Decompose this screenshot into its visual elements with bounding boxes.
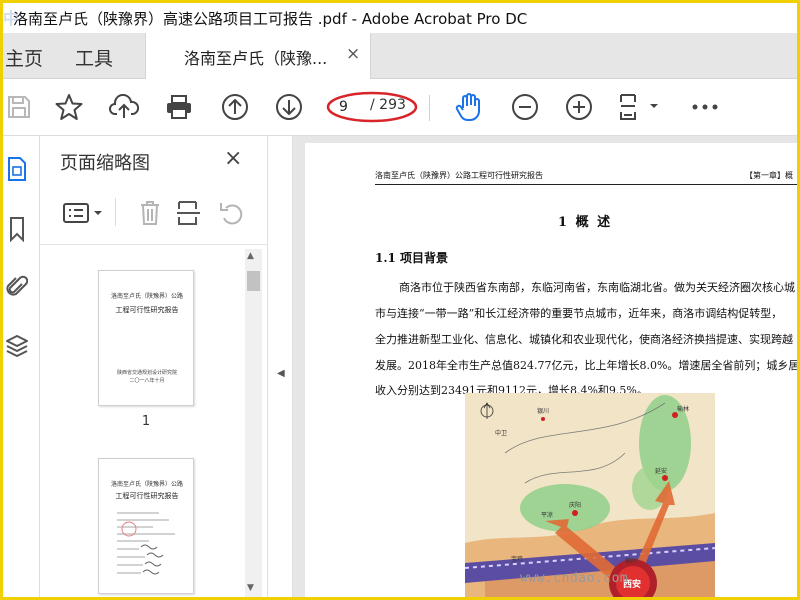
save-icon[interactable] [3,91,35,123]
page-down-icon[interactable] [273,91,305,123]
panel-collapse-strip[interactable]: ◀ [269,136,293,597]
thumbnail-1-page-number: 1 [141,414,151,429]
page-header-left: 洛南至卢氏（陕豫界）公路工程可行性研究报告 [375,171,543,180]
window-title: 洛南至卢氏（陕豫界）高速公路项目工可报告 .pdf - Adobe Acroba… [13,10,528,28]
scrollbar-thumb[interactable] [247,271,260,291]
chapter-heading: 1 概 述 [558,215,613,230]
pdf-page: 洛南至卢氏（陕豫界）公路工程可行性研究报告 【第一章】概 1 概 述 1.1 项… [305,143,797,597]
document-view[interactable]: 洛南至卢氏（陕豫界）公路工程可行性研究报告 【第一章】概 1 概 述 1.1 项… [293,136,797,597]
thumbnail-2-body-text [117,512,175,575]
thumbnail-1-line2: 工程可行性研究报告 [115,306,179,314]
acrobat-window: 中 洛南至卢氏（陕豫界）高速公路项目工可报告 .pdf - Adobe Acro… [3,3,797,597]
thumbnail-1-footer2: 二〇一八年十月 [129,378,165,384]
print-icon[interactable] [163,91,195,123]
paragraph-line-4: 发展。2018年全市生产总值824.77亿元，比上年增长8.0%。增速居全省前列… [375,359,797,372]
bookmark-icon[interactable] [4,216,30,242]
close-panel-button[interactable]: × [224,146,242,171]
svg-text:中卫: 中卫 [495,429,507,437]
thumbnail-1-footer1: 陕西省交通规划设计研究院 [116,370,177,376]
zoom-out-icon[interactable] [509,91,541,123]
thumbnail-scrollbar[interactable]: ▲ ▼ [245,249,262,597]
page-up-icon[interactable] [219,91,251,123]
paragraph-line-1: 商洛市位于陕西省东南部，东临河南省，东南临湖北省。做为关天经济圈次核心城 [399,281,795,294]
tab-document-label: 洛南至卢氏（陕豫... [184,49,328,68]
upload-icon[interactable] [108,91,140,123]
close-tab-button[interactable]: × [346,44,360,64]
page-thumbnail-1[interactable]: 洛南至卢氏（陕豫界）公路 工程可行性研究报告 陕西省交通规划设计研究院 二〇一八… [98,270,194,406]
more-icon[interactable] [689,91,721,123]
toolbar-divider [429,95,430,121]
tab-home[interactable]: 主页 [5,44,43,71]
page-number-box: / 293 [326,91,418,123]
svg-text:宝鸡: 宝鸡 [511,555,523,563]
panel-toolbar-divider [115,198,116,226]
page-header-right: 【第一章】概 [745,171,793,180]
page-total-label: / 293 [370,97,406,113]
svg-text:榆林: 榆林 [677,405,689,413]
regional-map-figure: 银川 中卫 榆林 延安 庆阳 平凉 铜川 宝鸡 西安 [465,393,715,597]
thumbnail-1-line1: 洛南至卢氏（陕豫界）公路 [110,293,183,300]
toolbar: / 293 [3,79,797,136]
thumbnail-2-line2: 工程可行性研究报告 [115,492,179,500]
svg-text:银川: 银川 [537,407,549,415]
zoom-in-icon[interactable] [563,91,595,123]
panel-title: 页面缩略图 [60,153,150,174]
svg-text:铜川: 铜川 [625,557,637,565]
paragraph-line-2: 市与连接“一带一路”和长江经济带的重要节点城市，近年来，商洛市调结构促转型， [375,307,783,320]
scroll-down-icon[interactable]: ▼ [247,583,254,593]
tab-bar: 主页 工具 洛南至卢氏（陕豫... × [3,33,797,79]
thumbnail-2-line1: 洛南至卢氏（陕豫界）公路 [110,481,183,488]
section-heading: 1.1 项目背景 [375,251,449,265]
map-graphic: 银川中卫榆林 延安庆阳平凉 铜川宝鸡 西安 [465,393,715,597]
left-navigation-rail [3,136,40,597]
page-number-input[interactable] [339,97,361,117]
panel-divider [40,244,268,245]
paragraph-line-3: 全力推进新型工业化、信息化、城镇化和农业现代化，使商洛经济换挡提速、实现跨越 [375,333,793,346]
svg-text:庆阳: 庆阳 [569,501,581,509]
attachment-icon[interactable] [4,274,30,300]
tab-tools[interactable]: 工具 [75,44,113,71]
page-thumbnail-2[interactable]: 洛南至卢氏（陕豫界）公路 工程可行性研究报告 [98,458,194,594]
page-thumbnails-icon[interactable] [4,156,30,182]
site-watermark: www.cndao.com [520,571,629,586]
extract-page-icon[interactable] [174,198,204,228]
svg-text:平凉: 平凉 [541,511,553,519]
svg-text:延安: 延安 [655,467,667,475]
collapse-arrow-icon[interactable]: ◀ [277,368,285,379]
scroll-up-icon[interactable]: ▲ [247,251,254,261]
thumbnails-panel: 页面缩略图 × 洛南至卢氏（陕豫界）公路 工程可行性研究报告 陕西省交通规划设计… [40,136,268,597]
layers-icon[interactable] [4,333,30,359]
star-icon[interactable] [53,91,85,123]
thumbnail-options-icon[interactable] [62,198,106,228]
fit-page-icon[interactable] [617,91,661,123]
thumbnail-list: 洛南至卢氏（陕豫界）公路 工程可行性研究报告 陕西省交通规划设计研究院 二〇一八… [40,246,240,597]
title-bar: 中 洛南至卢氏（陕豫界）高速公路项目工可报告 .pdf - Adobe Acro… [3,3,797,33]
hand-icon[interactable] [453,91,485,123]
tab-document[interactable]: 洛南至卢氏（陕豫... × [145,33,371,79]
panel-toolbar [40,194,268,234]
header-rule [375,184,797,185]
delete-page-icon[interactable] [135,198,165,228]
rotate-icon[interactable] [216,198,246,228]
